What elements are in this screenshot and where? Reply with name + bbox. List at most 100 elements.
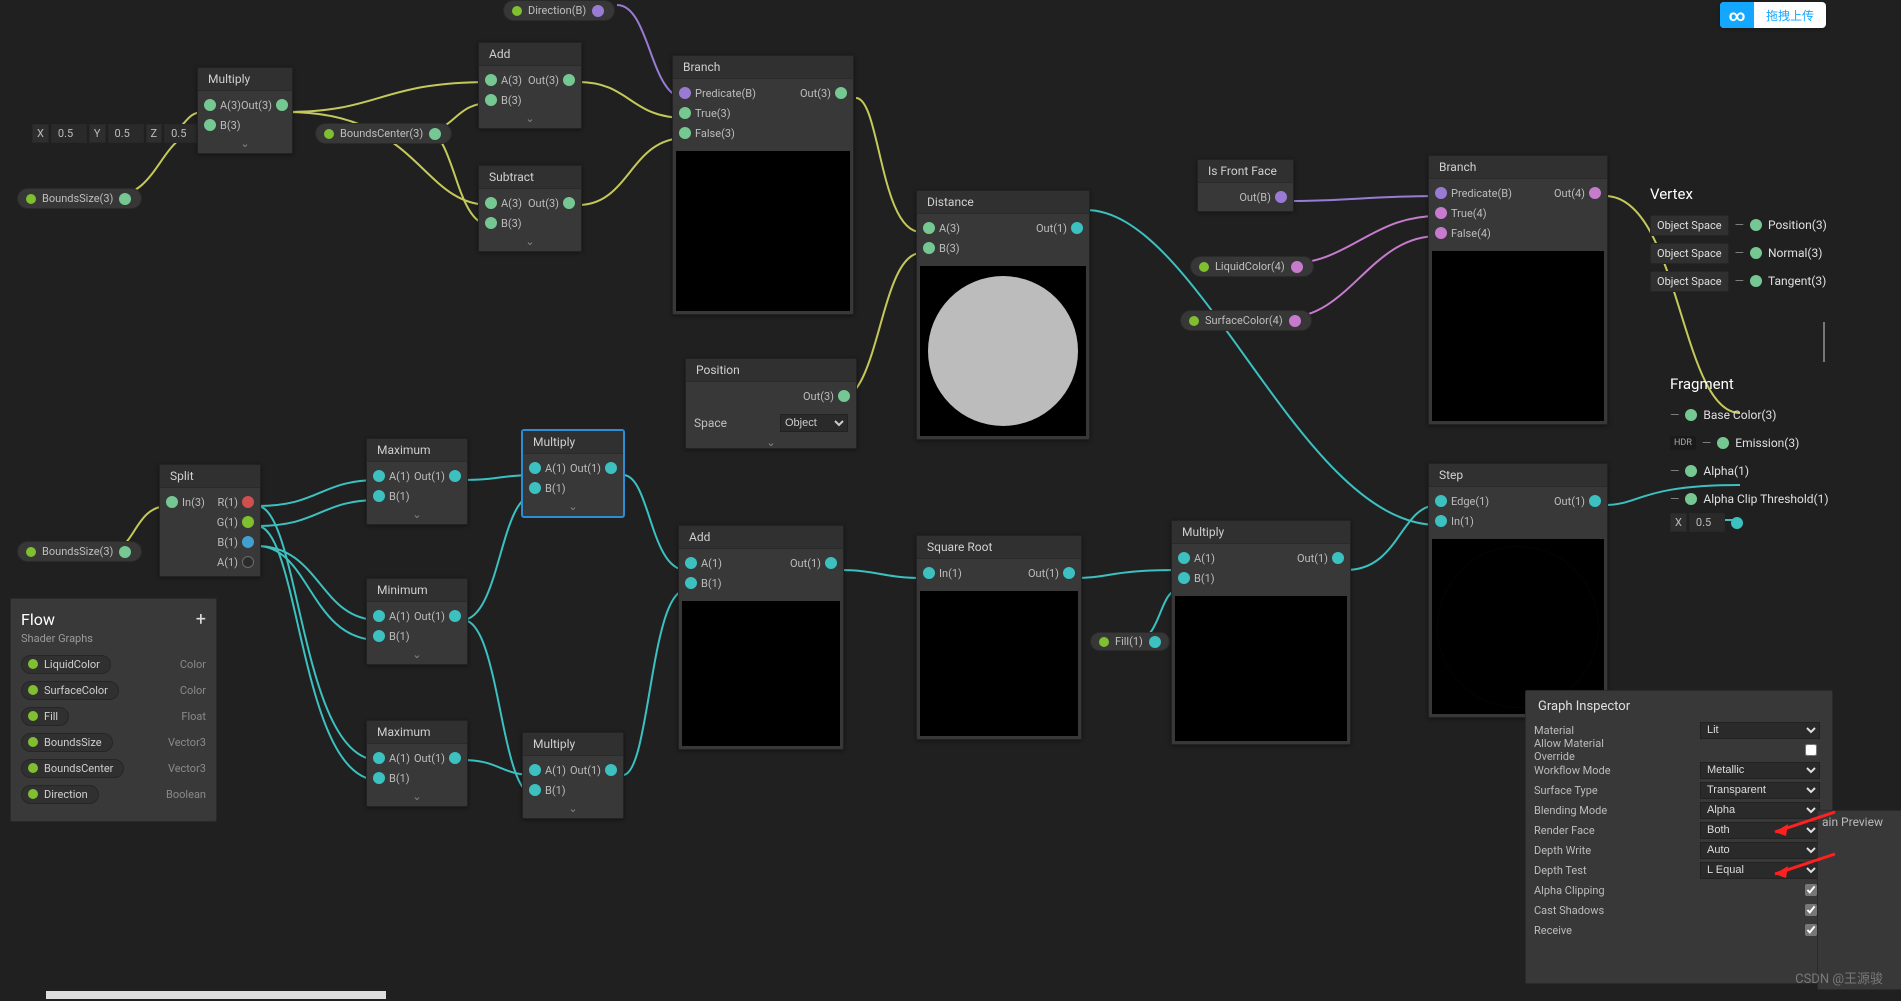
input-port-b[interactable] [373,772,385,784]
prop-liquidcolor[interactable]: LiquidColor(4) [1190,256,1314,277]
prop-fill[interactable]: Fill(1) [1090,632,1170,651]
node-branch-2[interactable]: Branch Predicate(B) Out(4) True(4) False… [1428,155,1608,425]
output-port-b[interactable] [242,536,254,548]
input-port-b[interactable] [373,490,385,502]
fragment-slot[interactable]: —Alpha Clip Threshold(1) [1670,485,1900,513]
node-distance[interactable]: Distance A(3) Out(1) B(3) [916,190,1090,440]
input-port[interactable] [1685,493,1697,505]
output-port[interactable] [1589,495,1601,507]
node-multiply-2[interactable]: Multiply A(1) Out(1) B(1) ⌄ [522,430,624,517]
output-port[interactable] [1291,261,1303,273]
blackboard-property[interactable]: SurfaceColorColor [21,677,206,703]
output-port[interactable] [605,764,617,776]
output-port[interactable] [605,462,617,474]
node-maximum-1[interactable]: Maximum A(1) Out(1) B(1) ⌄ [366,438,468,525]
main-preview-panel[interactable]: ain Preview [1817,810,1901,990]
alpha-clip-input[interactable]: X 0.5 [1670,513,1743,532]
node-maximum-2[interactable]: Maximum A(1) Out(1) B(1) ⌄ [366,720,468,807]
inspector-select[interactable]: Alpha [1700,802,1820,819]
output-port[interactable] [563,74,575,86]
input-port-a[interactable] [529,462,541,474]
input-port-b[interactable] [529,784,541,796]
input-port-edge[interactable] [1435,495,1447,507]
output-port[interactable] [449,752,461,764]
input-port-a[interactable] [204,99,216,111]
input-port[interactable] [1750,219,1762,231]
output-port-g[interactable] [242,516,254,528]
input-port-in[interactable] [923,567,935,579]
input-port-false[interactable] [1435,227,1447,239]
output-port[interactable] [1731,517,1743,529]
graph-inspector-panel[interactable]: Graph Inspector MaterialLitAllow Materia… [1525,690,1833,984]
add-property-button[interactable]: + [196,609,206,630]
input-port[interactable] [1750,247,1762,259]
inspector-checkbox[interactable] [1805,744,1817,756]
blackboard-panel[interactable]: Flow + Shader Graphs LiquidColorColorSur… [10,598,217,822]
fragment-stack[interactable]: Fragment —Base Color(3)HDR—Emission(3)—A… [1670,375,1900,513]
node-split[interactable]: Split In(3) R(1) G(1) B(1) A(1) [159,464,261,577]
output-port[interactable] [592,5,604,17]
inspector-select[interactable]: Both [1700,822,1820,839]
chevron-down-icon[interactable]: ⌄ [485,112,575,124]
input-port-b[interactable] [923,242,935,254]
node-multiply-1[interactable]: Multiply A(3) Out(3) B(3) ⌄ [197,67,293,154]
input-port-predicate[interactable] [1435,187,1447,199]
output-port[interactable] [1332,552,1344,564]
prop-surfacecolor[interactable]: SurfaceColor(4) [1180,310,1312,331]
chevron-down-icon[interactable]: ⌄ [529,500,617,512]
output-port[interactable] [825,557,837,569]
input-port-a[interactable] [485,197,497,209]
input-port[interactable] [1750,275,1762,287]
input-port[interactable] [1685,465,1697,477]
node-square-root[interactable]: Square Root In(1) Out(1) [916,535,1082,740]
prop-boundssize-2[interactable]: BoundsSize(3) [17,541,142,562]
input-port-b[interactable] [485,217,497,229]
input-port-a[interactable] [685,557,697,569]
output-port[interactable] [1289,315,1301,327]
input-port-predicate[interactable] [679,87,691,99]
input-port-a[interactable] [529,764,541,776]
blackboard-property[interactable]: FillFloat [21,703,206,729]
node-step[interactable]: Step Edge(1) Out(1) In(1) [1428,463,1608,718]
input-port-a[interactable] [373,470,385,482]
output-port[interactable] [429,128,441,140]
chevron-down-icon[interactable]: ⌄ [373,648,461,660]
node-multiply-4[interactable]: Multiply A(1) Out(1) B(1) [1171,520,1351,745]
node-branch-1[interactable]: Branch Predicate(B) Out(3) True(3) False… [672,55,854,315]
fragment-slot[interactable]: HDR—Emission(3) [1670,429,1900,457]
output-port[interactable] [1063,567,1075,579]
node-minimum[interactable]: Minimum A(1) Out(1) B(1) ⌄ [366,578,468,665]
inspector-checkbox[interactable] [1805,924,1817,936]
output-port[interactable] [563,197,575,209]
input-port-a[interactable] [923,222,935,234]
input-port-b[interactable] [529,482,541,494]
chevron-down-icon[interactable]: ⌄ [373,790,461,802]
input-port-b[interactable] [485,94,497,106]
z-value[interactable]: 0.5 [164,124,200,143]
vertex-stack[interactable]: Vertex Object Space—Position(3)Object Sp… [1650,185,1880,295]
fragment-slot[interactable]: —Base Color(3) [1670,401,1900,429]
input-port-false[interactable] [679,127,691,139]
node-add-2[interactable]: Add A(1) Out(1) B(1) [678,525,844,750]
output-port[interactable] [1149,636,1161,648]
input-port-a[interactable] [373,610,385,622]
output-port[interactable] [1589,187,1601,199]
blackboard-property[interactable]: LiquidColorColor [21,651,206,677]
output-port[interactable] [838,390,850,402]
chevron-down-icon[interactable]: ⌄ [529,802,617,814]
blackboard-property[interactable]: DirectionBoolean [21,781,206,807]
output-port-a[interactable] [242,556,254,568]
upload-button[interactable]: ∞ 拖拽上传 [1720,2,1826,28]
node-add-1[interactable]: Add A(3) Out(3) B(3) ⌄ [478,42,582,129]
node-is-front-face[interactable]: Is Front Face Out(B) [1197,159,1294,212]
input-port-a[interactable] [485,74,497,86]
x-value[interactable]: 0.5 [51,124,87,143]
inspector-select[interactable]: Auto [1700,842,1820,859]
inspector-select[interactable]: Transparent [1700,782,1820,799]
vertex-slot[interactable]: Object Space—Tangent(3) [1650,267,1880,295]
bottom-input-bar[interactable] [46,991,386,999]
input-port[interactable] [1717,437,1729,449]
inspector-select[interactable]: Metallic [1700,762,1820,779]
chevron-down-icon[interactable]: ⌄ [686,436,856,448]
vertex-slot[interactable]: Object Space—Position(3) [1650,211,1880,239]
